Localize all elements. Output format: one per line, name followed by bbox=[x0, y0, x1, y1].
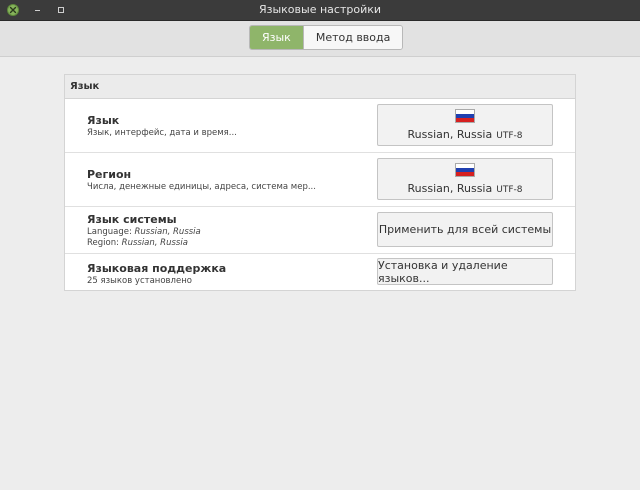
row-language-support-subtitle: 25 языков установлено bbox=[87, 276, 192, 286]
system-region-line: Region: Russian, Russia bbox=[87, 238, 201, 248]
region-locale: Russian, Russia bbox=[407, 182, 493, 195]
row-region-subtitle: Числа, денежные единицы, адреса, система… bbox=[87, 182, 316, 192]
language-settings-panel: Язык Язык Язык, интерфейс, дата и время.… bbox=[64, 74, 576, 291]
row-language-support-title: Языковая поддержка bbox=[87, 262, 227, 275]
system-language-value: Russian, Russia bbox=[134, 227, 201, 237]
row-system-language: Язык системы Language: Russian, Russia R… bbox=[65, 207, 575, 254]
system-language-line: Language: Russian, Russia bbox=[87, 227, 201, 237]
system-region-value: Russian, Russia bbox=[121, 238, 188, 248]
panel-header: Язык bbox=[65, 75, 575, 99]
region-select-button[interactable]: Russian, Russia UTF-8 bbox=[377, 158, 553, 200]
row-region-title: Регион bbox=[87, 168, 132, 181]
tab-switcher: Язык Метод ввода bbox=[249, 25, 404, 50]
tab-language[interactable]: Язык bbox=[250, 26, 303, 49]
system-region-prefix: Region: bbox=[87, 238, 119, 248]
install-remove-languages-button[interactable]: Установка и удаление языков... bbox=[377, 258, 553, 285]
system-language-prefix: Language: bbox=[87, 227, 132, 237]
russia-flag-icon bbox=[455, 163, 475, 177]
title-bar: Языковые настройки bbox=[0, 0, 640, 21]
row-language-support: Языковая поддержка 25 языков установлено… bbox=[65, 254, 575, 293]
row-language: Язык Язык, интерфейс, дата и время... Ru… bbox=[65, 99, 575, 153]
tab-input-method[interactable]: Метод ввода bbox=[302, 26, 403, 49]
language-select-button[interactable]: Russian, Russia UTF-8 bbox=[377, 104, 553, 146]
language-encoding: UTF-8 bbox=[496, 131, 523, 141]
row-system-language-title: Язык системы bbox=[87, 213, 177, 226]
region-encoding: UTF-8 bbox=[496, 185, 523, 195]
toolbar: Язык Метод ввода bbox=[0, 21, 640, 57]
language-locale: Russian, Russia bbox=[407, 128, 493, 141]
row-language-subtitle: Язык, интерфейс, дата и время... bbox=[87, 128, 237, 138]
apply-system-wide-button[interactable]: Применить для всей системы bbox=[377, 212, 553, 247]
row-language-title: Язык bbox=[87, 114, 120, 127]
row-region: Регион Числа, денежные единицы, адреса, … bbox=[65, 153, 575, 207]
window-title: Языковые настройки bbox=[258, 3, 382, 16]
russia-flag-icon bbox=[455, 109, 475, 123]
